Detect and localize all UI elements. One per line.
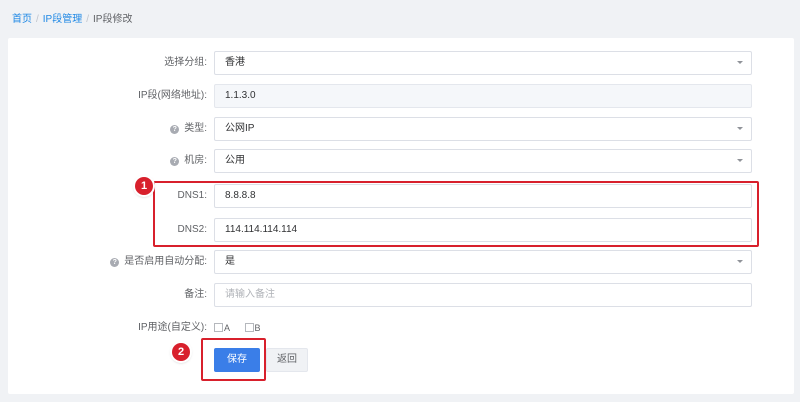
form-row-group: 选择分组: 香港: [8, 51, 794, 75]
save-highlight-box: [201, 338, 266, 381]
type-label: ? 类型:: [170, 117, 207, 141]
form-row-ip-segment: IP段(网络地址): 1.1.3.0: [8, 84, 794, 108]
ip-segment-label: IP段(网络地址):: [138, 90, 207, 101]
room-select-value: 公用: [225, 155, 245, 166]
remark-placeholder: 请输入备注: [225, 289, 275, 300]
help-circle-icon[interactable]: ?: [170, 125, 180, 134]
chevron-down-icon: [737, 260, 743, 263]
group-label: 选择分组:: [164, 57, 207, 68]
room-select[interactable]: 公用: [214, 149, 752, 173]
checkbox-a-label: A: [224, 323, 231, 333]
chevron-down-icon: [737, 61, 743, 64]
breadcrumb-current: IP段修改: [93, 14, 133, 25]
remark-input[interactable]: 请输入备注: [214, 283, 752, 307]
form-row-remark: 备注: 请输入备注: [8, 283, 794, 307]
checkbox-b-label: B: [254, 323, 261, 333]
chevron-down-icon: [737, 159, 743, 162]
help-circle-icon[interactable]: ?: [170, 157, 180, 166]
breadcrumb: 首页 / IP段管理 / IP段修改: [12, 10, 132, 25]
remark-label: 备注:: [184, 289, 207, 300]
auto-assign-value: 是: [225, 256, 235, 267]
type-select[interactable]: 公网IP: [214, 117, 752, 141]
group-select[interactable]: 香港: [214, 51, 752, 75]
form-row-auto-assign: ? 是否启用自动分配: 是: [8, 250, 794, 274]
type-label-text: 类型:: [184, 123, 207, 134]
form-row-ip-usage: IP用途(自定义): A B: [8, 316, 794, 340]
breadcrumb-home-link[interactable]: 首页: [12, 14, 32, 25]
chevron-down-icon: [737, 127, 743, 130]
breadcrumb-ip-segment-link[interactable]: IP段管理: [43, 14, 82, 25]
checkbox-icon[interactable]: [244, 323, 254, 332]
auto-assign-label-text: 是否启用自动分配:: [124, 256, 207, 267]
ip-usage-label: IP用途(自定义):: [138, 322, 207, 333]
form-row-room: ? 机房: 公用: [8, 149, 794, 173]
type-select-value: 公网IP: [225, 123, 255, 134]
ip-segment-field: 1.1.3.0: [214, 84, 752, 108]
ip-segment-value: 1.1.3.0: [225, 90, 256, 101]
room-label: ? 机房:: [170, 149, 207, 173]
breadcrumb-separator: /: [86, 14, 90, 25]
breadcrumb-separator: /: [36, 14, 39, 25]
checkbox-b[interactable]: B: [244, 316, 261, 340]
auto-assign-label: ? 是否启用自动分配:: [110, 250, 207, 274]
checkbox-a[interactable]: A: [214, 316, 230, 340]
group-select-value: 香港: [225, 57, 245, 68]
dns-highlight-box: [153, 181, 759, 247]
auto-assign-select[interactable]: 是: [214, 250, 752, 274]
form-row-type: ? 类型: 公网IP: [8, 117, 794, 141]
back-button[interactable]: 返回: [266, 348, 308, 372]
room-label-text: 机房:: [184, 155, 207, 166]
checkbox-icon[interactable]: [214, 323, 223, 332]
annotation-marker-1: 1: [135, 177, 153, 195]
ip-usage-checkboxes: A B: [214, 316, 273, 340]
help-circle-icon[interactable]: ?: [110, 258, 120, 267]
annotation-marker-2: 2: [172, 343, 190, 361]
